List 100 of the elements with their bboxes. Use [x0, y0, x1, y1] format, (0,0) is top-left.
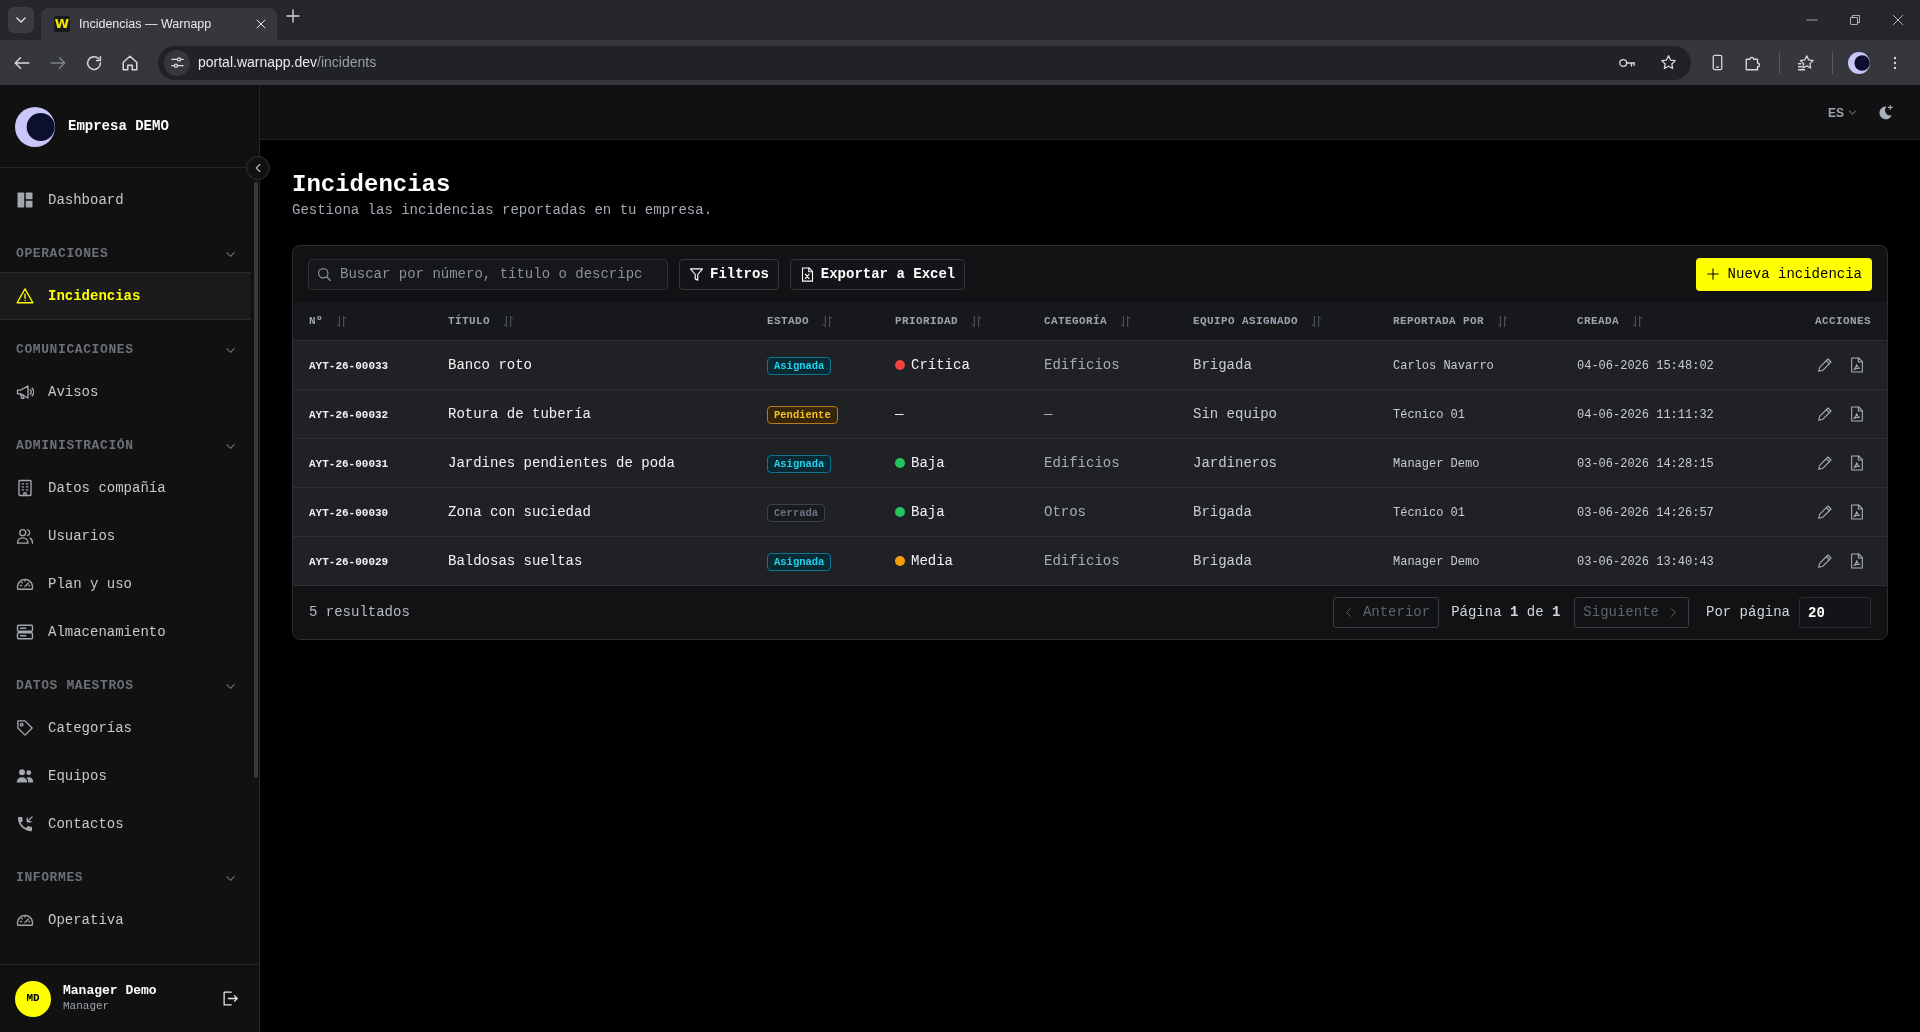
- nav-link[interactable]: Equipos: [0, 752, 251, 800]
- incident-title: Rotura de tubería: [448, 406, 591, 422]
- new-incident-button[interactable]: Nueva incidencia: [1695, 257, 1872, 291]
- page-size-label: Por página: [1706, 603, 1790, 622]
- tune-icon[interactable]: [169, 55, 185, 70]
- pencil-icon[interactable]: [1817, 357, 1833, 373]
- megaphone-icon: [16, 383, 34, 401]
- server-icon: [16, 623, 34, 641]
- nav-link[interactable]: Plan y uso: [0, 560, 251, 608]
- column-header[interactable]: Nº: [309, 312, 323, 330]
- section-header[interactable]: OPERACIONES: [0, 236, 251, 272]
- created-date: 04-06-2026 11:11:32: [1577, 408, 1714, 422]
- column-header[interactable]: ESTADO: [767, 312, 809, 330]
- language-button[interactable]: ES: [1828, 103, 1858, 122]
- team-name: Jardineros: [1193, 455, 1277, 471]
- incident-number: AYT-26-00030: [309, 507, 389, 519]
- column-header: ACCIONES: [1815, 313, 1871, 329]
- nav-link[interactable]: Dashboard: [0, 176, 251, 224]
- nav-link[interactable]: Datos compañía: [0, 464, 251, 512]
- section-header[interactable]: COMUNICACIONES: [0, 332, 251, 368]
- users-icon: [16, 527, 34, 545]
- tab-list-button[interactable]: [8, 7, 34, 33]
- incident-number: AYT-26-00033: [309, 360, 389, 372]
- results-count: 5 resultados: [309, 603, 410, 622]
- reload-icon[interactable]: [85, 53, 103, 72]
- dashboard-icon: [16, 191, 34, 209]
- tab-title: Incidencias — Warnapp: [79, 15, 213, 33]
- avatar-icon[interactable]: [1848, 51, 1870, 74]
- nav-link[interactable]: Almacenamiento: [0, 608, 251, 656]
- pencil-icon[interactable]: [1817, 455, 1833, 471]
- address-bar[interactable]: portal.warnapp.dev/incidents: [158, 45, 1691, 80]
- file-icon[interactable]: [1849, 357, 1865, 373]
- file-x-icon: [799, 266, 815, 282]
- star-icon[interactable]: [1660, 54, 1677, 71]
- nav-link[interactable]: Categorías: [0, 704, 251, 752]
- pencil-icon[interactable]: [1817, 553, 1833, 569]
- nav-link[interactable]: Avisos: [0, 368, 251, 416]
- reporter-name: Técnico 01: [1393, 408, 1465, 422]
- status-badge: Asignada: [767, 455, 832, 473]
- incident-title: Jardines pendientes de poda: [448, 455, 675, 471]
- page-subtitle: Gestiona las incidencias reportadas en tu empresa.: [292, 201, 714, 220]
- column-header[interactable]: EQUIPO ASIGNADO: [1193, 312, 1299, 330]
- search-field[interactable]: Buscar por número, título o descripc: [308, 258, 668, 290]
- close-icon[interactable]: [255, 18, 267, 30]
- category-name: Edificios: [1044, 357, 1120, 373]
- filter-button[interactable]: Filtros: [679, 258, 779, 290]
- export-button[interactable]: Exportar a Excel: [789, 258, 966, 290]
- user-name: Manager Demo: [63, 983, 158, 999]
- nav-link[interactable]: Operativa: [0, 896, 251, 944]
- status-badge: Pendiente: [767, 406, 838, 424]
- people-icon: [16, 767, 34, 785]
- created-date: 03-06-2026 14:26:57: [1577, 506, 1714, 520]
- page-indicator: Página 1 de 1: [1451, 603, 1561, 622]
- section-header[interactable]: ADMINISTRACIÓN: [0, 428, 251, 464]
- incident-title: Zona con suciedad: [448, 504, 591, 520]
- chevron-down-icon: [1847, 107, 1858, 118]
- browser-tab[interactable]: W Incidencias — Warnapp: [41, 8, 277, 40]
- nav-link[interactable]: Contactos: [0, 800, 251, 848]
- restore-icon[interactable]: [1849, 14, 1861, 26]
- filter-icon: [689, 266, 704, 282]
- url-text: portal.warnapp.dev/incidents: [198, 53, 378, 72]
- team-name: Brigada: [1193, 357, 1252, 373]
- column-header[interactable]: PRIORIDAD: [895, 312, 958, 330]
- file-icon[interactable]: [1849, 406, 1865, 422]
- file-icon[interactable]: [1849, 455, 1865, 471]
- column-header[interactable]: CATEGORÍA: [1044, 312, 1107, 330]
- category-name: Edificios: [1044, 455, 1120, 471]
- reporter-name: Carlos Navarro: [1393, 359, 1494, 373]
- file-icon[interactable]: [1849, 504, 1865, 520]
- column-header[interactable]: CREADA: [1577, 312, 1619, 330]
- tag-icon: [16, 719, 34, 737]
- category-name: Otros: [1044, 504, 1086, 520]
- pencil-icon[interactable]: [1817, 406, 1833, 422]
- created-date: 03-06-2026 13:40:43: [1577, 555, 1714, 569]
- column-header[interactable]: REPORTADA POR: [1393, 312, 1484, 330]
- logout-icon[interactable]: [222, 990, 239, 1007]
- company-name: Empresa DEMO: [68, 117, 169, 136]
- incident-title: Banco roto: [448, 357, 532, 373]
- logo-icon: [15, 106, 55, 147]
- page-size-field[interactable]: 20: [1799, 597, 1871, 628]
- section-header[interactable]: DATOS MAESTROS: [0, 668, 251, 704]
- incident-number: AYT-26-00029: [309, 556, 389, 568]
- search-icon: [317, 266, 332, 282]
- category-name: —: [1044, 406, 1053, 422]
- created-date: 03-06-2026 14:28:15: [1577, 457, 1714, 471]
- plus-icon[interactable]: [285, 8, 301, 24]
- user-avatar: MD: [15, 980, 51, 1017]
- pencil-icon[interactable]: [1817, 504, 1833, 520]
- close-icon[interactable]: [1891, 13, 1905, 27]
- incident-number: AYT-26-00031: [309, 458, 389, 470]
- file-icon[interactable]: [1849, 553, 1865, 569]
- section-header[interactable]: INFORMES: [0, 860, 251, 896]
- column-header[interactable]: TÍTULO: [448, 312, 490, 330]
- priority-label: Crítica: [911, 355, 970, 375]
- nav-link[interactable]: Usuarios: [0, 512, 251, 560]
- home-icon[interactable]: [121, 53, 139, 72]
- incident-title: Baldosas sueltas: [448, 553, 583, 569]
- star-icon[interactable]: [1797, 53, 1815, 72]
- nav-link[interactable]: Incidencias: [0, 272, 251, 320]
- reporter-name: Técnico 01: [1393, 506, 1465, 520]
